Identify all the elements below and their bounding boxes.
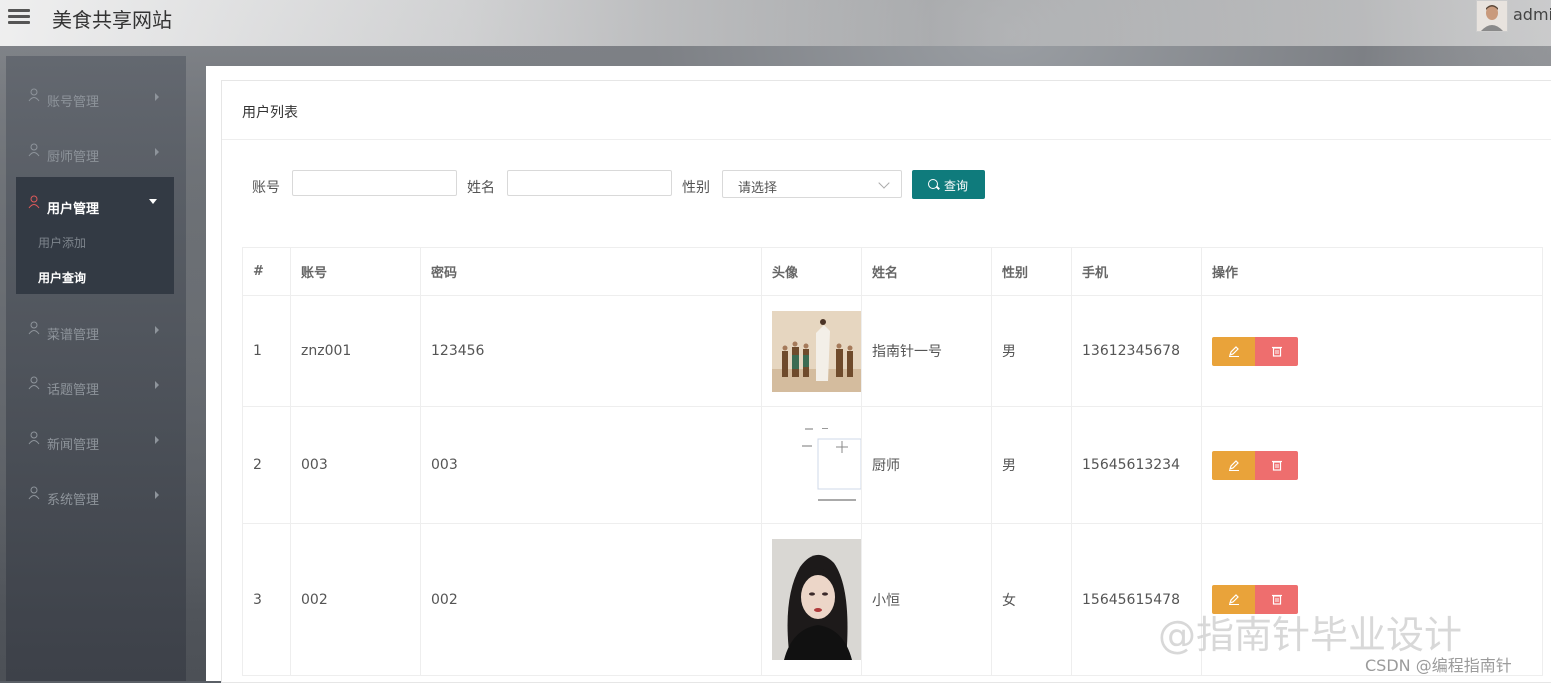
sidebar-item-account[interactable]: 账号管理 bbox=[6, 64, 186, 119]
user-icon bbox=[28, 321, 40, 335]
name-label: 姓名 bbox=[467, 180, 495, 196]
user-name[interactable]: admi bbox=[1513, 5, 1551, 24]
chevron-right-icon bbox=[155, 381, 159, 389]
cell-gender: 女 bbox=[991, 523, 1072, 676]
sidebar-item-label: 用户管理 bbox=[47, 202, 100, 217]
user-icon bbox=[28, 88, 40, 102]
query-button[interactable]: 查询 bbox=[912, 170, 985, 199]
sidebar-item-label: 账号管理 bbox=[47, 95, 100, 110]
sidebar-item-label: 系统管理 bbox=[47, 493, 100, 508]
account-label: 账号 bbox=[252, 180, 280, 196]
account-input[interactable] bbox=[292, 170, 457, 196]
cell-account: 002 bbox=[290, 523, 421, 676]
table-row: 2 003 003 厨师 男 15645613234 bbox=[242, 406, 1543, 524]
chevron-right-icon bbox=[155, 326, 159, 334]
sidebar-group-user: 用户管理 用户添加 用户查询 bbox=[16, 177, 174, 294]
chevron-down-icon bbox=[878, 177, 890, 189]
user-icon bbox=[28, 143, 40, 157]
column-header-password: 密码 bbox=[420, 247, 762, 296]
cell-password: 002 bbox=[420, 523, 762, 676]
card-header: 用户列表 bbox=[222, 81, 1551, 140]
sidebar-item-label: 新闻管理 bbox=[47, 438, 100, 453]
avatar[interactable] bbox=[1476, 0, 1508, 32]
user-icon bbox=[28, 431, 40, 445]
sidebar-item-chef[interactable]: 厨师管理 bbox=[6, 119, 186, 174]
gender-select-value: 请选择 bbox=[738, 181, 778, 196]
sidebar-item-user[interactable]: 用户管理 bbox=[6, 171, 186, 226]
cell-phone: 13612345678 bbox=[1071, 295, 1202, 407]
avatar-thumbnail[interactable] bbox=[772, 419, 861, 511]
card-title: 用户列表 bbox=[242, 105, 298, 121]
avatar-thumbnail[interactable] bbox=[772, 539, 861, 660]
edit-button[interactable] bbox=[1212, 336, 1255, 366]
cell-name: 小恒 bbox=[861, 523, 992, 676]
chevron-right-icon bbox=[155, 491, 159, 499]
chevron-right-icon bbox=[155, 436, 159, 444]
cell-password: 003 bbox=[420, 406, 762, 524]
trash-icon bbox=[1272, 460, 1282, 471]
user-icon bbox=[28, 376, 40, 390]
query-button-label: 查询 bbox=[944, 179, 969, 193]
edit-button[interactable] bbox=[1212, 450, 1255, 480]
avatar-thumbnail[interactable] bbox=[772, 310, 861, 392]
cell-actions bbox=[1201, 406, 1543, 524]
cell-avatar bbox=[761, 523, 862, 676]
sidebar: 账号管理 厨师管理 用户管理 用户添加 用户查询 菜谱管理 话题管理 新闻管理 … bbox=[6, 56, 186, 681]
delete-button[interactable] bbox=[1255, 450, 1298, 480]
cell-gender: 男 bbox=[991, 406, 1072, 524]
watermark-sub: CSDN @编程指南针 bbox=[1365, 656, 1512, 675]
cell-no: 2 bbox=[242, 406, 291, 524]
cell-phone: 15645613234 bbox=[1071, 406, 1202, 524]
column-header-account: 账号 bbox=[290, 247, 421, 296]
cell-avatar bbox=[761, 406, 862, 524]
sidebar-item-news[interactable]: 新闻管理 bbox=[6, 407, 186, 462]
chevron-right-icon bbox=[155, 93, 159, 101]
search-icon bbox=[928, 179, 938, 189]
cell-name: 厨师 bbox=[861, 406, 992, 524]
sidebar-subitem-user-query[interactable]: 用户查询 bbox=[38, 269, 86, 286]
user-list-card: 用户列表 账号 姓名 性别 请选择 查询 # 账号 密码 头像 姓名 性别 手机… bbox=[221, 80, 1551, 683]
cell-gender: 男 bbox=[991, 295, 1072, 407]
cell-password: 123456 bbox=[420, 295, 762, 407]
sidebar-item-recipe[interactable]: 菜谱管理 bbox=[6, 297, 186, 352]
cell-avatar bbox=[761, 295, 862, 407]
cell-no: 1 bbox=[242, 295, 291, 407]
table-row: 1 znz001 123456 指南针一号 男 13612345678 bbox=[242, 295, 1543, 407]
watermark-main: @指南针毕业设计 bbox=[1158, 613, 1463, 657]
cell-actions bbox=[1201, 295, 1543, 407]
column-header-name: 姓名 bbox=[861, 247, 992, 296]
edit-icon bbox=[1229, 459, 1239, 471]
cell-name: 指南针一号 bbox=[861, 295, 992, 407]
column-header-avatar: 头像 bbox=[761, 247, 862, 296]
table-header-row: # 账号 密码 头像 姓名 性别 手机 操作 bbox=[242, 247, 1543, 296]
column-header-phone: 手机 bbox=[1071, 247, 1202, 296]
sidebar-item-label: 厨师管理 bbox=[47, 150, 100, 165]
sidebar-item-system[interactable]: 系统管理 bbox=[6, 462, 186, 517]
sidebar-item-topic[interactable]: 话题管理 bbox=[6, 352, 186, 407]
main-content: 用户列表 账号 姓名 性别 请选择 查询 # 账号 密码 头像 姓名 性别 手机… bbox=[206, 66, 1551, 683]
gender-select[interactable]: 请选择 bbox=[722, 170, 902, 198]
avatar-image bbox=[1477, 1, 1507, 31]
column-header-no: # bbox=[242, 247, 291, 296]
site-title: 美食共享网站 bbox=[52, 8, 172, 32]
cell-account: 003 bbox=[290, 406, 421, 524]
delete-button[interactable] bbox=[1255, 336, 1298, 366]
cell-account: znz001 bbox=[290, 295, 421, 407]
sidebar-item-label: 菜谱管理 bbox=[47, 328, 100, 343]
sidebar-item-label: 话题管理 bbox=[47, 383, 100, 398]
top-bar: 美食共享网站 admi bbox=[0, 0, 1551, 46]
sidebar-subitem-user-add[interactable]: 用户添加 bbox=[38, 234, 86, 251]
menu-toggle-icon[interactable] bbox=[8, 6, 30, 28]
chevron-right-icon bbox=[155, 148, 159, 156]
user-icon bbox=[28, 195, 40, 209]
name-input[interactable] bbox=[507, 170, 672, 196]
chevron-down-icon bbox=[149, 199, 157, 204]
gender-label: 性别 bbox=[682, 180, 710, 196]
column-header-actions: 操作 bbox=[1201, 247, 1543, 296]
edit-icon bbox=[1229, 345, 1239, 357]
user-icon bbox=[28, 486, 40, 500]
trash-icon bbox=[1272, 346, 1282, 357]
column-header-gender: 性别 bbox=[991, 247, 1072, 296]
cell-no: 3 bbox=[242, 523, 291, 676]
